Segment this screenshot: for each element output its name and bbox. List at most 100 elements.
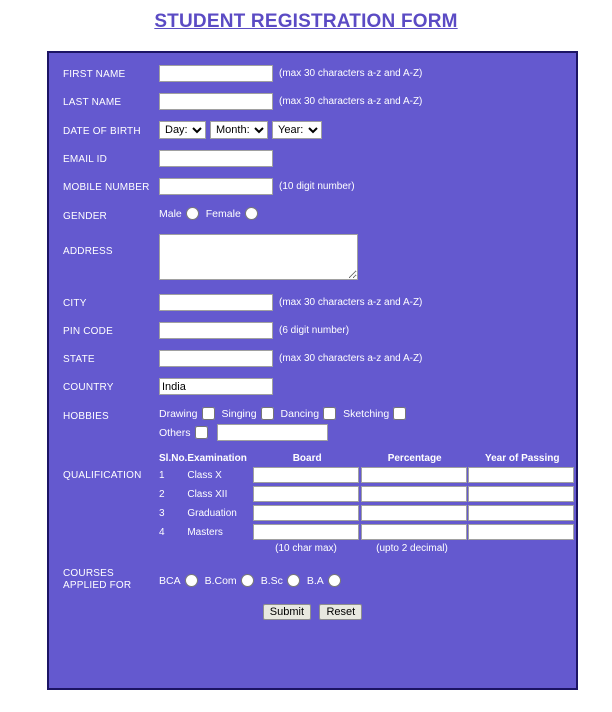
qualification-board-input-3[interactable] — [253, 505, 360, 521]
qualification-header-board: Board — [292, 453, 322, 464]
qualification-board-hint: (10 char max) — [275, 543, 337, 554]
hobby-checkbox-drawing[interactable] — [201, 407, 215, 420]
qualification-sl-no: 4 — [159, 526, 165, 538]
qualification-header-year-of-passing: Year of Passing — [484, 453, 560, 464]
pin-code-label: PIN CODE — [63, 326, 113, 337]
registration-form-panel: FIRST NAME (max 30 characters a-z and A-… — [47, 51, 578, 690]
hobby-checkbox-dancing[interactable] — [323, 407, 337, 420]
course-radio-bsc[interactable] — [286, 574, 300, 587]
hobby-label-dancing: Dancing — [280, 407, 320, 420]
qualification-header-examination: Examination — [187, 453, 247, 464]
qualification-year-input-2[interactable] — [468, 486, 575, 502]
course-radio-ba[interactable] — [327, 574, 341, 587]
first-name-label: FIRST NAME — [63, 69, 126, 80]
country-label: COUNTRY — [63, 382, 114, 393]
course-label-bcom: B.Com — [204, 574, 237, 587]
field-row-email-id: EMAIL ID — [49, 150, 576, 167]
qualification-sl-no: 1 — [159, 469, 165, 481]
table-row: 3 Graduation — [159, 505, 576, 524]
qualification-hints: (10 char max) (upto 2 decimal) — [159, 543, 576, 554]
pin-code-hint: (6 digit number) — [279, 325, 350, 336]
mobile-number-input[interactable] — [159, 178, 273, 195]
qualification-table: Sl.No. Examination Board Percentage Year… — [159, 453, 576, 543]
gender-radio-male[interactable] — [185, 207, 199, 220]
last-name-hint: (max 30 characters a-z and A-Z) — [279, 96, 423, 107]
city-hint: (max 30 characters a-z and A-Z) — [279, 297, 423, 308]
dob-year-select[interactable]: Year: — [272, 121, 322, 139]
last-name-label: LAST NAME — [63, 97, 122, 108]
pin-code-input[interactable] — [159, 322, 273, 339]
courses-label-line1: COURSES — [63, 568, 114, 579]
mobile-number-label: MOBILE NUMBER — [63, 182, 150, 193]
first-name-input[interactable] — [159, 65, 273, 82]
field-row-date-of-birth: DATE OF BIRTH Day: Month: Year: — [49, 121, 576, 139]
qualification-percentage-input-2[interactable] — [360, 486, 467, 502]
hobby-label-singing: Singing — [221, 407, 257, 420]
field-row-state: STATE (max 30 characters a-z and A-Z) — [49, 350, 576, 367]
qualification-percentage-input-3[interactable] — [360, 505, 467, 521]
address-label: ADDRESS — [63, 246, 113, 257]
qualification-percentage-input-1[interactable] — [360, 467, 467, 483]
gender-label: GENDER — [63, 211, 107, 222]
last-name-input[interactable] — [159, 93, 273, 110]
country-input[interactable] — [159, 378, 273, 395]
reset-button[interactable]: Reset — [319, 604, 363, 620]
table-row: 1 Class X — [159, 467, 576, 486]
course-radio-bcom[interactable] — [240, 574, 254, 587]
qualification-percentage-input-4[interactable] — [360, 524, 467, 540]
courses-label-line2: APPLIED FOR — [63, 580, 132, 591]
qualification-exam-name: Class XII — [187, 488, 228, 500]
course-label-bca: BCA — [159, 574, 181, 587]
field-row-city: CITY (max 30 characters a-z and A-Z) — [49, 294, 576, 311]
courses-label: COURSES APPLIED FOR — [63, 564, 159, 592]
hobby-checkbox-sketching[interactable] — [393, 407, 407, 420]
state-label: STATE — [63, 354, 95, 365]
course-radio-bca[interactable] — [184, 574, 198, 587]
field-row-courses-applied-for: COURSES APPLIED FOR BCA B.Com B.Sc B.A — [49, 564, 576, 592]
qualification-sl-no: 3 — [159, 507, 165, 519]
hobby-label-sketching: Sketching — [343, 407, 390, 420]
submit-button[interactable]: Submit — [262, 604, 312, 620]
qualification-header-percentage: Percentage — [387, 453, 442, 464]
table-row: 4 Masters — [159, 524, 576, 543]
field-row-address: ADDRESS — [49, 234, 576, 280]
hobbies-label: HOBBIES — [63, 411, 109, 422]
city-input[interactable] — [159, 294, 273, 311]
field-row-first-name: FIRST NAME (max 30 characters a-z and A-… — [49, 65, 576, 82]
qualification-board-input-1[interactable] — [253, 467, 360, 483]
qualification-exam-name: Class X — [187, 469, 222, 481]
field-row-pin-code: PIN CODE (6 digit number) — [49, 322, 576, 339]
qualification-board-input-4[interactable] — [253, 524, 360, 540]
address-textarea[interactable] — [159, 234, 358, 280]
course-label-bsc: B.Sc — [260, 574, 283, 587]
first-name-hint: (max 30 characters a-z and A-Z) — [279, 68, 423, 79]
field-row-country: COUNTRY — [49, 378, 576, 395]
qualification-board-input-2[interactable] — [253, 486, 360, 502]
qualification-year-input-4[interactable] — [468, 524, 575, 540]
dob-day-select[interactable]: Day: — [159, 121, 206, 139]
qualification-sl-no: 2 — [159, 488, 165, 500]
email-id-input[interactable] — [159, 150, 273, 167]
gender-option-label-female: Female — [205, 207, 241, 220]
course-label-ba: B.A — [306, 574, 324, 587]
page-title: STUDENT REGISTRATION FORM — [154, 11, 458, 32]
city-label: CITY — [63, 298, 87, 309]
gender-radio-female[interactable] — [244, 207, 258, 220]
table-row: 2 Class XII — [159, 486, 576, 505]
form-button-bar: Submit Reset — [49, 592, 576, 620]
hobby-checkbox-singing[interactable] — [260, 407, 274, 420]
qualification-percentage-hint: (upto 2 decimal) — [376, 543, 448, 554]
field-row-qualification: QUALIFICATION Sl.No. Examination Board P… — [49, 453, 576, 554]
hobby-checkbox-others[interactable] — [194, 426, 208, 439]
qualification-year-input-1[interactable] — [468, 467, 575, 483]
hobby-others-input[interactable] — [216, 424, 328, 441]
state-hint: (max 30 characters a-z and A-Z) — [279, 353, 423, 364]
qualification-header-row: Sl.No. Examination Board Percentage Year… — [159, 453, 576, 467]
qualification-header-sl-no: Sl.No. — [159, 453, 188, 464]
field-row-mobile-number: MOBILE NUMBER (10 digit number) — [49, 178, 576, 195]
qualification-year-hint — [465, 543, 571, 554]
dob-month-select[interactable]: Month: — [210, 121, 268, 139]
qualification-year-input-3[interactable] — [468, 505, 575, 521]
state-input[interactable] — [159, 350, 273, 367]
qualification-label: QUALIFICATION — [63, 470, 142, 481]
